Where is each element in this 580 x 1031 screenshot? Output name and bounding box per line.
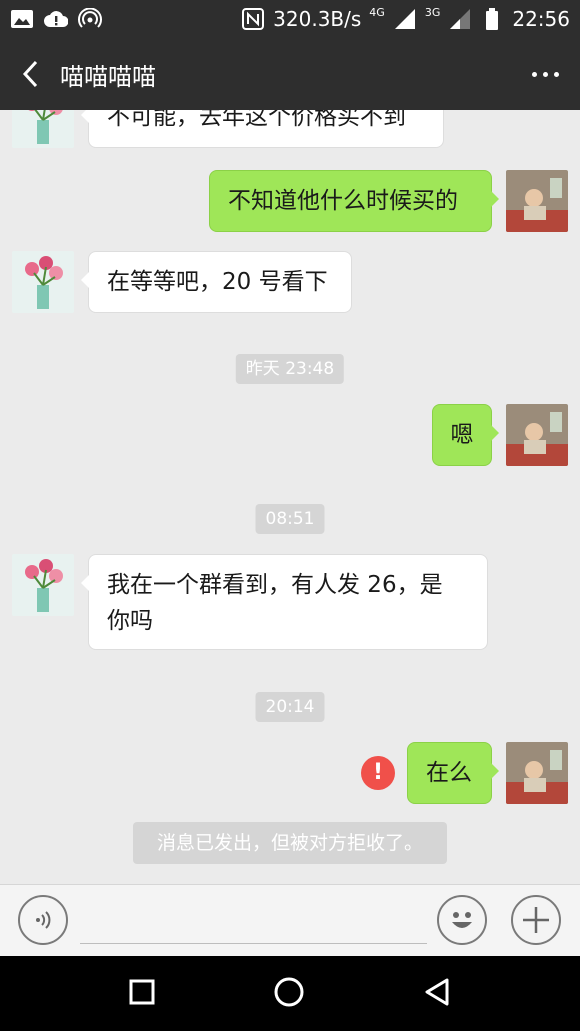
square-recent-icon[interactable] bbox=[128, 978, 156, 1010]
hotspot-icon bbox=[78, 8, 102, 30]
message-input[interactable] bbox=[80, 943, 427, 944]
triangle-back-icon[interactable] bbox=[422, 977, 452, 1011]
send-failed-icon[interactable]: ! bbox=[361, 756, 395, 790]
contact-avatar[interactable] bbox=[12, 554, 74, 616]
chat-header: 喵喵喵喵 bbox=[0, 38, 580, 110]
nfc-icon bbox=[241, 8, 265, 30]
status-bar: 320.3B/s 4G 3G 22:56 bbox=[0, 0, 580, 38]
my-avatar[interactable] bbox=[506, 404, 568, 466]
signal-4g-label: 4G bbox=[369, 5, 385, 19]
message-bubble-in[interactable]: 在等等吧，20 号看下 bbox=[81, 251, 352, 313]
message-text: 嗯 bbox=[450, 422, 474, 448]
message-bubble-out[interactable]: 嗯 bbox=[432, 404, 499, 466]
timestamp: 昨天 23:48 bbox=[235, 354, 345, 384]
plus-button[interactable] bbox=[511, 895, 561, 945]
emoji-icon bbox=[452, 912, 472, 928]
contact-avatar[interactable] bbox=[12, 251, 74, 313]
chat-title: 喵喵喵喵 bbox=[60, 62, 156, 91]
cloud-alert-icon bbox=[44, 8, 68, 30]
timestamp: 08:51 bbox=[255, 504, 325, 534]
image-icon bbox=[10, 8, 34, 30]
plus-icon bbox=[523, 907, 549, 933]
message-text: 在等等吧，20 号看下 bbox=[107, 269, 328, 295]
message-text-line-1: 我在一个群看到，有人发 26，是 bbox=[107, 572, 443, 598]
chat-area[interactable]: 不可能，去年这个价格买不到 不知道他什么时候买的 在等等吧，20 号看下 昨天 … bbox=[0, 110, 580, 884]
my-avatar[interactable] bbox=[506, 742, 568, 804]
rejected-notice: 消息已发出，但被对方拒收了。 bbox=[133, 822, 447, 864]
message-text: 不知道他什么时候买的 bbox=[228, 188, 458, 214]
my-avatar[interactable] bbox=[506, 170, 568, 232]
signal-icon bbox=[393, 8, 417, 30]
message-bubble-out[interactable]: 不知道他什么时候买的 bbox=[209, 170, 499, 232]
input-bar bbox=[0, 884, 580, 956]
contact-avatar[interactable] bbox=[12, 110, 74, 148]
status-left bbox=[10, 8, 102, 30]
system-nav-bar bbox=[0, 956, 580, 1031]
message-bubble-in[interactable]: 我在一个群看到，有人发 26，是 你吗 bbox=[81, 554, 488, 650]
battery-icon bbox=[480, 8, 504, 30]
back-button[interactable] bbox=[0, 38, 60, 110]
status-right: 320.3B/s 4G 3G 22:56 bbox=[241, 5, 570, 31]
message-text: 在么 bbox=[426, 760, 472, 786]
dot bbox=[553, 71, 559, 77]
message-text: 不可能，去年这个价格买不到 bbox=[107, 110, 406, 130]
signal-3g-label: 3G bbox=[424, 5, 441, 19]
more-dots-icon bbox=[531, 71, 537, 77]
signal-icon-2 bbox=[448, 8, 472, 30]
message-bubble-out[interactable]: 在么 bbox=[407, 742, 499, 804]
message-text-line-2: 你吗 bbox=[107, 608, 153, 634]
clock: 22:56 bbox=[512, 7, 570, 31]
message-bubble-in[interactable]: 不可能，去年这个价格买不到 bbox=[81, 110, 444, 148]
voice-icon bbox=[36, 911, 51, 929]
voice-button[interactable] bbox=[18, 895, 68, 945]
more-button[interactable] bbox=[510, 38, 580, 110]
timestamp: 20:14 bbox=[255, 692, 325, 722]
net-speed: 320.3B/s bbox=[273, 7, 362, 31]
circle-home-icon[interactable] bbox=[273, 976, 305, 1012]
chevron-left-icon bbox=[22, 60, 38, 88]
dot bbox=[542, 71, 548, 77]
emoji-button[interactable] bbox=[437, 895, 487, 945]
